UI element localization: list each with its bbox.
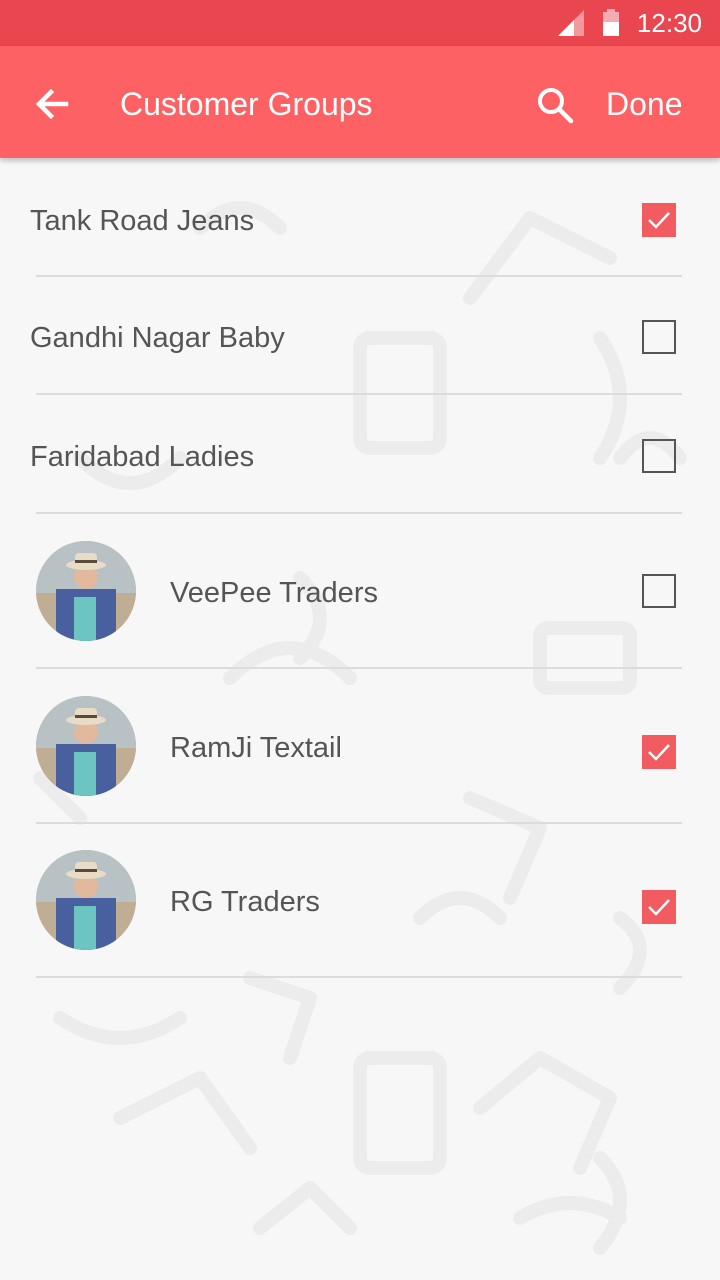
avatar (36, 541, 136, 641)
divider (36, 976, 682, 978)
avatar (36, 850, 136, 950)
arrow-left-icon[interactable] (34, 86, 70, 122)
checkbox[interactable] (642, 203, 676, 237)
page-title: Customer Groups (120, 86, 373, 122)
list-item[interactable]: Tank Road Jeans (0, 158, 720, 276)
status-bar: 12:30 (0, 0, 720, 46)
status-time: 12:30 (636, 8, 702, 38)
app-bar: Customer Groups Done (0, 46, 720, 158)
done-button[interactable]: Done (602, 84, 687, 124)
checkbox[interactable] (642, 320, 676, 354)
search-icon[interactable] (534, 84, 576, 126)
avatar (36, 696, 136, 796)
checkbox[interactable] (642, 735, 676, 769)
list-item[interactable]: RamJi Textail (0, 669, 720, 821)
group-name: Faridabad Ladies (30, 441, 255, 473)
customer-group-list: Tank Road Jeans Gandhi Nagar Baby Farida… (0, 158, 720, 1280)
battery-icon (603, 9, 619, 36)
list-item[interactable]: Faridabad Ladies (0, 395, 720, 511)
checkbox[interactable] (642, 890, 676, 924)
group-name: RG Traders (170, 886, 320, 918)
check-icon (648, 744, 670, 761)
group-name: Gandhi Nagar Baby (30, 322, 285, 354)
checkbox[interactable] (642, 574, 676, 608)
group-name: Tank Road Jeans (30, 205, 255, 237)
check-icon (648, 212, 670, 229)
group-name: VeePee Traders (170, 577, 378, 609)
list-item[interactable]: Gandhi Nagar Baby (0, 277, 720, 393)
signal-icon (558, 10, 584, 36)
check-icon (648, 899, 670, 916)
list-item[interactable]: VeePee Traders (0, 514, 720, 666)
group-name: RamJi Textail (170, 732, 342, 764)
checkbox[interactable] (642, 439, 676, 473)
list-item[interactable]: RG Traders (0, 824, 720, 976)
